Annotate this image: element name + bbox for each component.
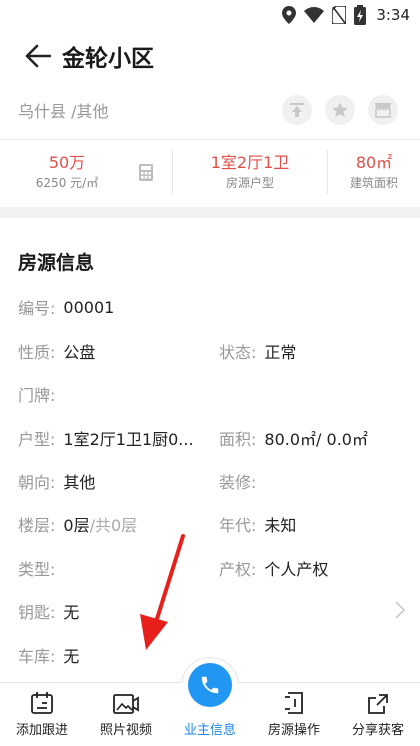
status-field: 状态: 正常 [219, 339, 296, 363]
doorplate-field: 门牌: [18, 382, 55, 406]
no-sim-icon [332, 6, 347, 24]
area-label: 建筑面积 [349, 176, 398, 190]
shop-button[interactable] [368, 95, 398, 125]
layout-value: 1室2厅1卫 [210, 153, 290, 172]
nav-owner-info[interactable]: 业主信息 [164, 657, 256, 746]
wifi-icon [304, 7, 325, 23]
nav-label: 添加跟进 [15, 723, 68, 738]
bottom-nav: 添加跟进 照片视频 业主信息 房源操作 分享获客 [0, 657, 420, 746]
upload-top-icon [290, 103, 304, 117]
type-field: 类型: [18, 556, 55, 580]
nav-photo-video[interactable]: 照片视频 [84, 683, 168, 746]
calculator-icon [139, 163, 153, 181]
field-label: 编号: [18, 299, 56, 318]
share-icon [368, 694, 388, 714]
code-field: 编号: 00001 [18, 295, 114, 319]
layout-label: 房源户型 [225, 176, 274, 190]
battery-icon [354, 5, 367, 25]
property-field: 产权: 个人产权 [219, 556, 328, 580]
calendar-icon [31, 692, 53, 714]
back-button[interactable] [18, 36, 58, 76]
nav-add-followup[interactable]: 添加跟进 [0, 683, 84, 746]
photo-video-icon [113, 694, 139, 714]
star-icon [332, 102, 348, 117]
back-arrow-icon [25, 44, 51, 68]
field-value: 公盘 [63, 343, 96, 362]
field-label: 类型: [18, 560, 56, 579]
status-bar: 3:34 [0, 0, 420, 30]
location-icon [282, 6, 297, 24]
calculator-button[interactable] [134, 163, 158, 181]
nav-share[interactable]: 分享获客 [336, 683, 420, 746]
floor-total: /共0层 [89, 516, 138, 535]
nature-field: 性质: 公盘 [18, 339, 95, 363]
unit-price: 6250 元/㎡ [35, 176, 99, 190]
page-title: 金轮小区 [62, 46, 154, 72]
area-value: 80㎡ [355, 153, 393, 172]
field-label: 钥匙: [18, 603, 56, 622]
key-detail-chevron[interactable] [392, 598, 408, 622]
area-cell: 80㎡ 建筑面积 [328, 153, 420, 191]
layout-cell: 1室2厅1卫 房源户型 [173, 153, 327, 191]
nav-label: 房源操作 [267, 723, 320, 738]
operation-icon [285, 692, 303, 714]
price-value: 50万 [48, 153, 86, 172]
nav-listing-operation[interactable]: 房源操作 [252, 683, 336, 746]
action-icons [282, 95, 398, 125]
location-text: 乌什县 /其他 [18, 102, 109, 121]
orientation-field: 朝向: 其他 [18, 469, 95, 493]
field-value: 未知 [264, 516, 297, 535]
floor-field: 楼层: 0层 /共0层 [18, 512, 137, 536]
divider [0, 139, 420, 140]
location-row: 乌什县 /其他 [0, 90, 420, 130]
garage-field: 车库: 无 [18, 643, 79, 667]
key-field[interactable]: 钥匙: 无 [18, 599, 79, 623]
field-label: 年代: [219, 516, 257, 535]
area-field: 面积: 80.0㎡/ 0.0㎡ [219, 426, 368, 450]
field-value: 00001 [63, 297, 115, 317]
field-label: 状态: [219, 343, 257, 362]
header: 金轮小区 [0, 34, 420, 78]
summary-row: 50万 6250 元/㎡ 1室2厅1卫 房源户型 80㎡ 建筑面积 [0, 146, 420, 198]
field-label: 面积: [219, 430, 257, 449]
year-field: 年代: 未知 [219, 512, 296, 536]
field-value: 个人产权 [264, 560, 329, 579]
pin-top-button[interactable] [282, 95, 312, 125]
field-label: 门牌: [18, 386, 56, 405]
shop-icon [375, 103, 391, 118]
field-value: 无 [63, 647, 80, 666]
nav-label: 分享获客 [351, 723, 404, 738]
field-label: 朝向: [18, 473, 56, 492]
field-value: 正常 [264, 343, 297, 362]
field-label: 装修: [219, 473, 257, 492]
field-label: 楼层: [18, 516, 56, 535]
status-time: 3:34 [376, 6, 410, 24]
section-gap [0, 207, 420, 218]
field-label: 户型: [18, 430, 56, 449]
decoration-field: 装修: [219, 469, 256, 493]
field-value: 无 [63, 603, 80, 622]
field-value: 其他 [63, 473, 96, 492]
field-value: 80.0㎡/ 0.0㎡ [264, 430, 368, 449]
favorite-button[interactable] [325, 95, 355, 125]
section-title: 房源信息 [18, 252, 95, 274]
phone-button[interactable] [188, 663, 232, 707]
phone-icon [201, 676, 219, 694]
field-label: 车库: [18, 647, 56, 666]
field-label: 产权: [219, 560, 257, 579]
chevron-right-icon [395, 601, 406, 619]
field-value: 1室2厅1卫1厨0... [63, 430, 194, 449]
price-cell: 50万 6250 元/㎡ [0, 153, 134, 191]
field-label: 性质: [18, 343, 56, 362]
nav-label: 照片视频 [99, 723, 152, 738]
layout-field: 户型: 1室2厅1卫1厨0... [18, 426, 194, 450]
field-value: 0层 [63, 516, 90, 535]
